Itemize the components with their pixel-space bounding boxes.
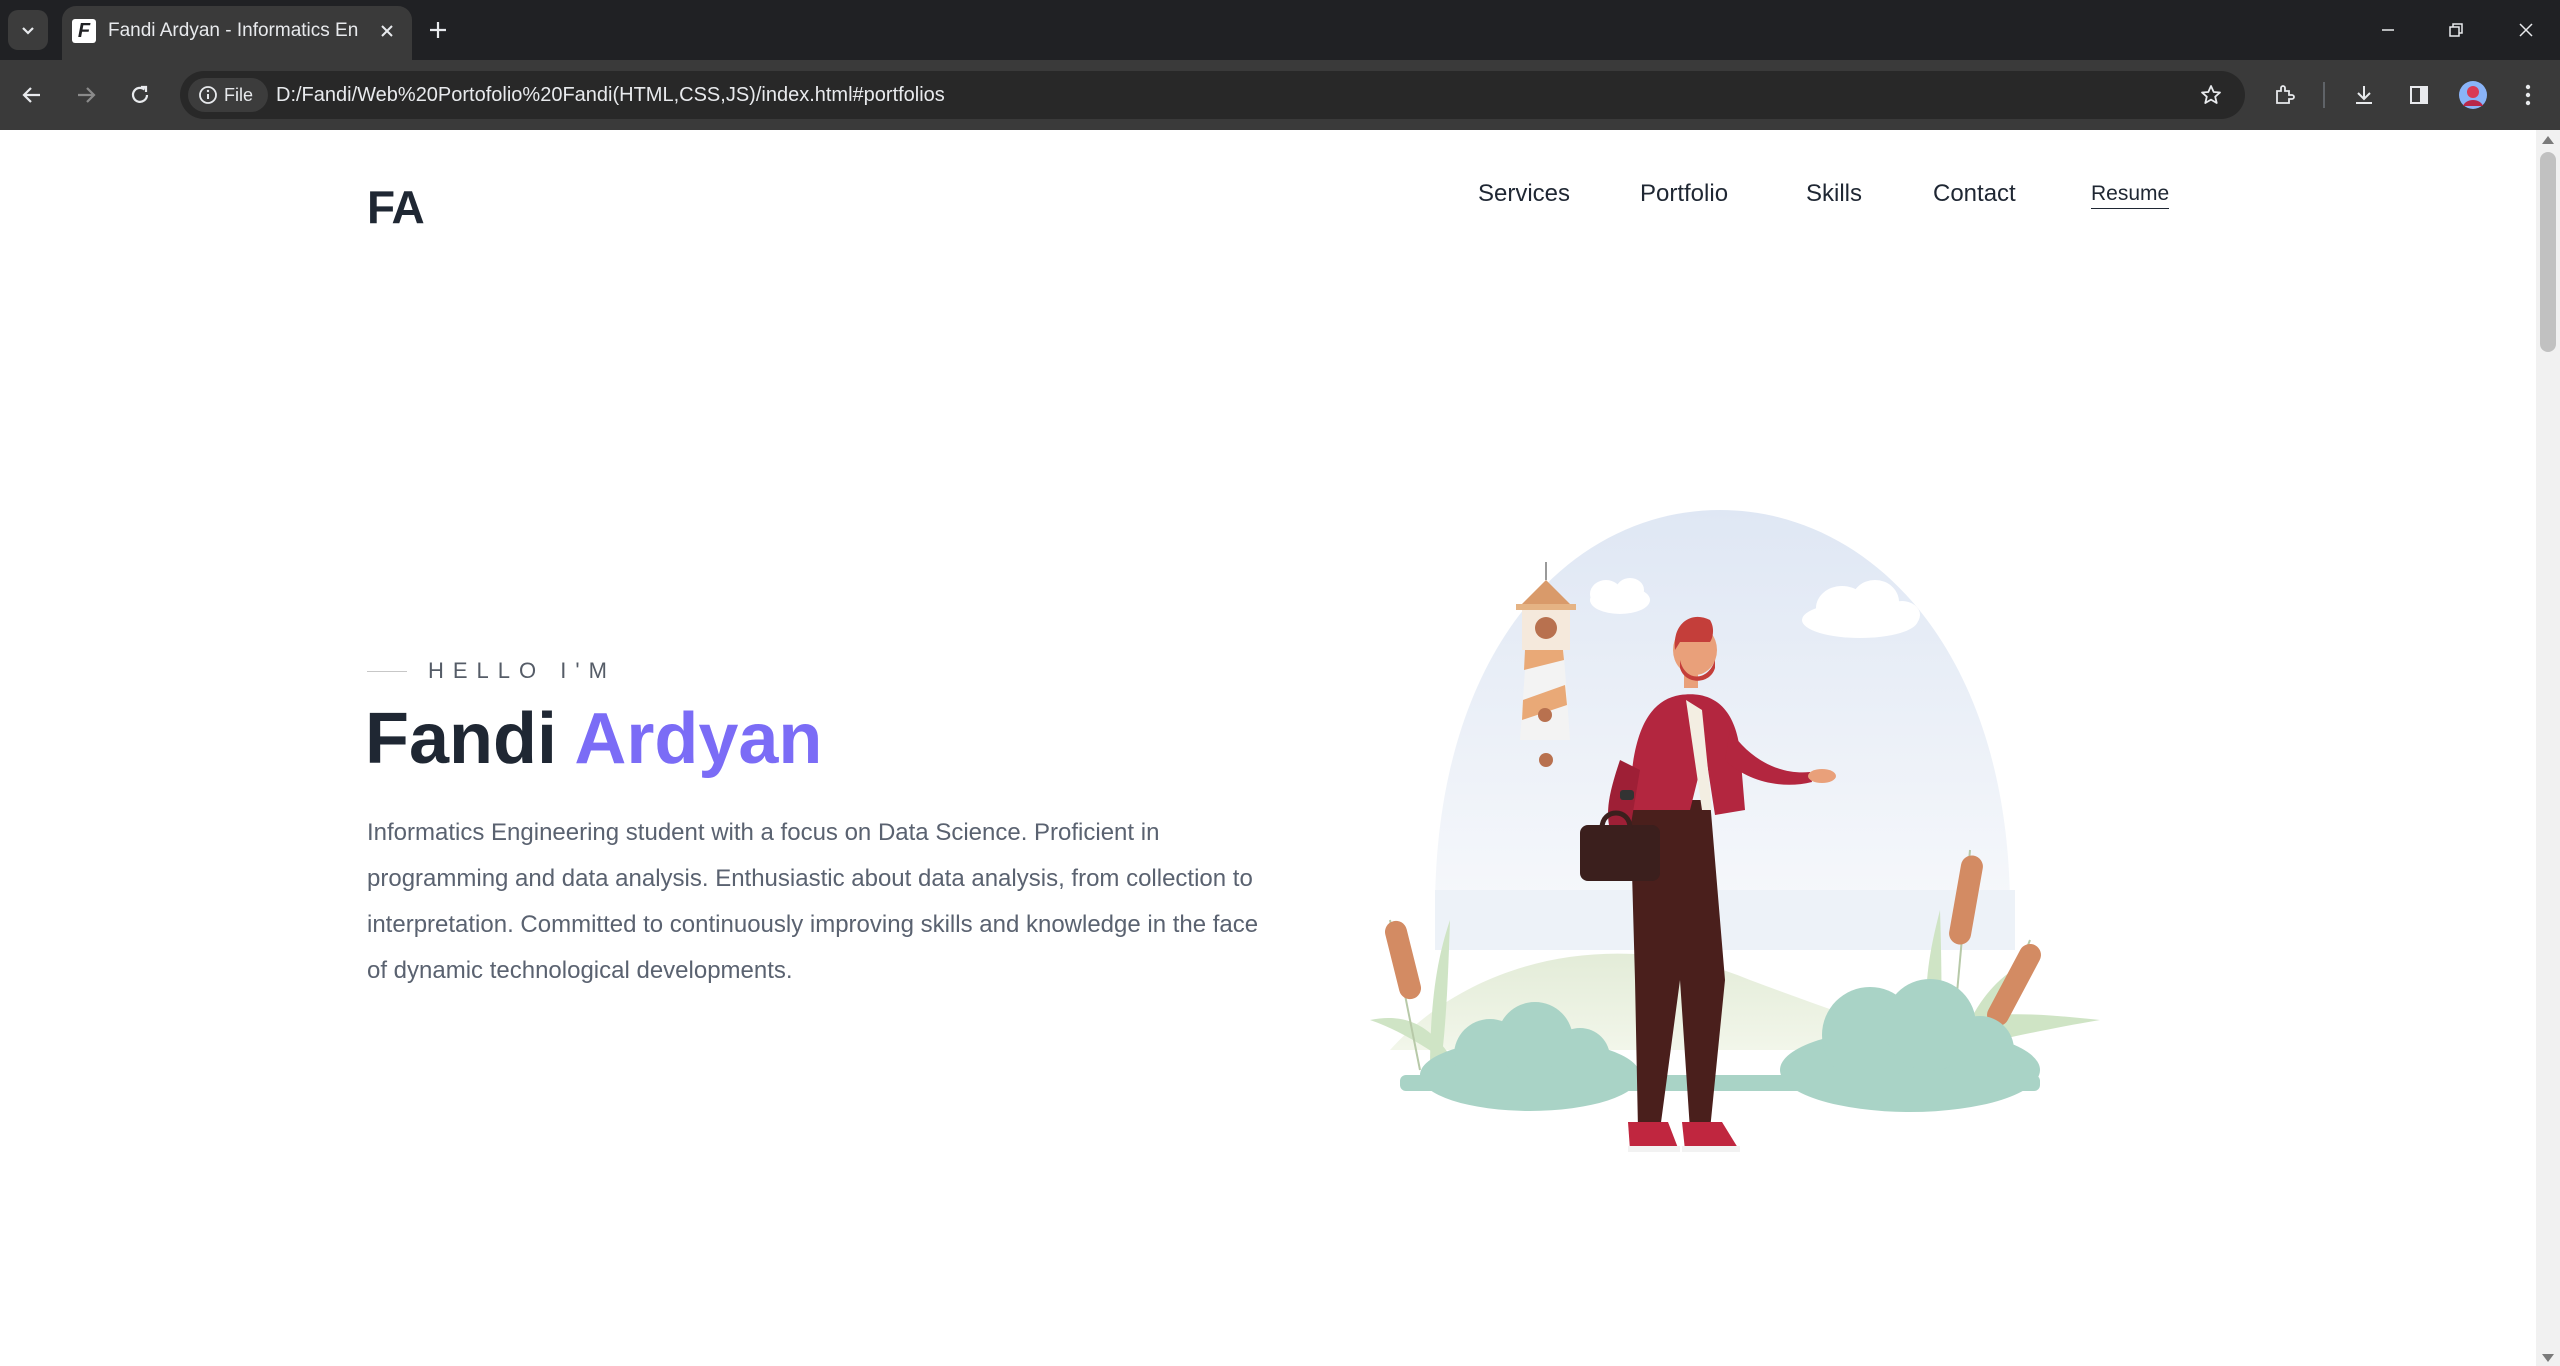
site-logo[interactable]: FA [367, 180, 425, 234]
side-panel-button[interactable] [2397, 73, 2441, 117]
bookmark-button[interactable] [2189, 73, 2233, 117]
more-menu-icon [2525, 84, 2531, 106]
page-scrollbar[interactable] [2536, 130, 2560, 1366]
hero-greeting: HELLO I'M [428, 658, 616, 683]
nav-contact[interactable]: Contact [1933, 180, 2016, 208]
chevron-down-icon [22, 27, 34, 35]
profile-button[interactable] [2451, 73, 2495, 117]
nav-portfolio[interactable]: Portfolio [1640, 180, 1728, 208]
plus-icon [430, 22, 446, 38]
restore-button[interactable] [2426, 8, 2486, 52]
back-icon [22, 87, 40, 103]
downloads-button[interactable] [2342, 73, 2386, 117]
scroll-thumb[interactable] [2540, 152, 2556, 352]
window-close-icon [2519, 23, 2533, 37]
address-bar[interactable]: File D:/Fandi/Web%20Portofolio%20Fandi(H… [180, 71, 2245, 119]
tab-close-button[interactable] [372, 16, 402, 46]
site-info-chip[interactable]: File [188, 78, 268, 112]
security-chip-label: File [224, 84, 254, 105]
hero-name: Fandi Ardyan [365, 694, 822, 784]
restore-icon [2449, 23, 2463, 37]
more-menu-button[interactable] [2506, 73, 2550, 117]
scroll-up-arrow[interactable] [2542, 136, 2554, 144]
extensions-button[interactable] [2262, 73, 2306, 117]
reload-icon [131, 85, 149, 103]
reload-button[interactable] [118, 73, 162, 117]
url-text[interactable]: D:/Fandi/Web%20Portofolio%20Fandi(HTML,C… [276, 83, 945, 107]
scroll-down-arrow[interactable] [2542, 1354, 2554, 1362]
page-viewport: FA Services Portfolio Skills Contact Res… [0, 130, 2536, 1366]
nav-skills[interactable]: Skills [1806, 180, 1862, 208]
hero-bio: Informatics Engineering student with a f… [367, 819, 1259, 984]
forward-button[interactable] [64, 73, 108, 117]
download-icon [2356, 86, 2372, 104]
new-tab-button[interactable] [420, 12, 456, 48]
forward-icon [78, 87, 96, 103]
minimize-icon [2382, 29, 2394, 31]
greeting-divider [367, 671, 407, 672]
nav-services[interactable]: Services [1478, 180, 1570, 208]
profile-avatar [2459, 81, 2487, 109]
side-panel-icon [2410, 86, 2428, 104]
info-icon [199, 86, 217, 104]
bookmark-star-icon [2201, 85, 2221, 104]
tab-strip: F Fandi Ardyan - Informatics Engi [0, 0, 2560, 60]
window-close-button[interactable] [2496, 8, 2556, 52]
favicon-icon: F [72, 19, 96, 43]
hero-illustration [1370, 510, 2100, 1152]
browser-tab[interactable]: F Fandi Ardyan - Informatics Engi [62, 6, 412, 60]
hero-last-name: Ardyan [574, 699, 823, 779]
minimize-button[interactable] [2358, 8, 2418, 52]
hero-first-name: Fandi [365, 699, 557, 779]
extensions-icon [2276, 85, 2295, 104]
close-icon [381, 25, 393, 37]
back-button[interactable] [10, 73, 54, 117]
toolbar-separator [2323, 82, 2325, 108]
tab-search-button[interactable] [8, 10, 48, 50]
browser-toolbar: File D:/Fandi/Web%20Portofolio%20Fandi(H… [0, 60, 2560, 130]
nav-resume[interactable]: Resume [2091, 182, 2170, 209]
tab-title: Fandi Ardyan - Informatics Engi [108, 20, 358, 41]
